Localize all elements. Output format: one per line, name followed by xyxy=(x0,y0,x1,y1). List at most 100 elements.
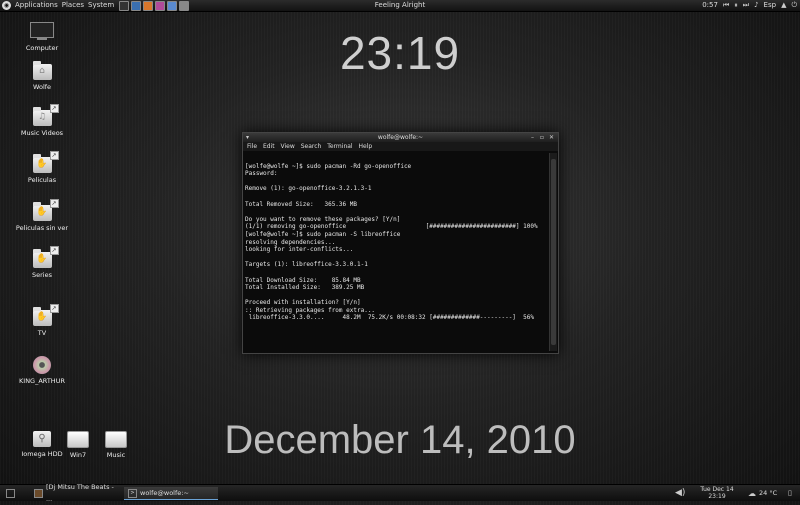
terminal-titlebar[interactable]: ▾ wolfe@wolfe:~ – ▫ ✕ xyxy=(243,133,558,142)
menu-edit[interactable]: Edit xyxy=(263,143,275,150)
desktop-icon-king-arthur[interactable]: KING_ARTHUR xyxy=(12,356,72,385)
minimize-icon[interactable]: – xyxy=(531,133,534,142)
desktop-icon-music[interactable]: Music xyxy=(86,431,146,459)
menu-terminal[interactable]: Terminal xyxy=(327,143,352,150)
menu-search[interactable]: Search xyxy=(301,143,322,150)
terminal-line: Total Installed Size: 389.25 MB xyxy=(245,284,365,292)
desktop-icon-label: Computer xyxy=(25,44,59,52)
menu-view[interactable]: View xyxy=(281,143,295,150)
browser-launcher-icon[interactable] xyxy=(131,0,142,11)
previous-track-icon[interactable]: ⏮ xyxy=(723,0,729,11)
menu-file[interactable]: File xyxy=(247,143,257,150)
video-folder-icon: ✋ ↗ xyxy=(32,151,59,173)
files-launcher-icon[interactable] xyxy=(179,0,190,11)
now-playing-title[interactable]: Feeling Alright xyxy=(375,1,425,9)
panel-clock[interactable]: Tue Dec 14 23:19 xyxy=(696,485,738,501)
link-arrow-icon: ↗ xyxy=(49,304,59,313)
trash-icon[interactable]: ▯ xyxy=(788,489,792,497)
terminal-output[interactable]: [wolfe@wolfe ~]$ sudo pacman -Rd go-open… xyxy=(243,152,548,353)
network-icon[interactable]: ▲ xyxy=(781,0,786,11)
top-panel-left: ◉ Applications Places System xyxy=(2,0,190,11)
hard-drive-icon xyxy=(105,431,127,448)
video-folder-icon: ✋ ↗ xyxy=(32,304,59,326)
link-arrow-icon: ↗ xyxy=(49,246,59,255)
panel-clock-time: 23:19 xyxy=(708,493,726,500)
weather-temperature: 24 °C xyxy=(759,489,778,497)
weather-icon: ☁ xyxy=(748,488,756,498)
terminal-line: [wolfe@wolfe ~]$ sudo pacman -S libreoff… xyxy=(245,230,401,238)
power-icon[interactable]: ⏻ xyxy=(791,0,797,11)
maximize-icon[interactable]: ▫ xyxy=(540,133,544,142)
speaker-icon[interactable]: ◀) xyxy=(675,488,685,498)
terminal-line: Password: xyxy=(245,170,278,178)
chat-launcher-icon[interactable] xyxy=(167,0,178,11)
desktop-clock-date: December 14, 2010 xyxy=(224,418,576,462)
window-menu-icon[interactable]: ▾ xyxy=(246,133,249,142)
optical-disc-icon xyxy=(33,356,51,374)
link-arrow-icon: ↗ xyxy=(49,151,59,160)
desktop-icon-label: Music xyxy=(106,451,126,459)
desktop-icon-series[interactable]: ✋ ↗ Series xyxy=(12,246,72,279)
music-folder-icon: ♫ ↗ xyxy=(32,104,59,126)
music-player-icon xyxy=(34,488,43,498)
volume-icon[interactable]: ♪ xyxy=(754,0,758,11)
desktop-icon-label: Music Videos xyxy=(20,129,64,137)
panel-clock-date: Tue Dec 14 xyxy=(700,486,734,493)
terminal-title: wolfe@wolfe:~ xyxy=(377,134,424,141)
bottom-panel: [Dj Mitsu The Beats - ... > wolfe@wolfe:… xyxy=(0,483,800,503)
taskbar-item-music[interactable]: [Dj Mitsu The Beats - ... xyxy=(30,483,126,503)
video-folder-icon: ✋ ↗ xyxy=(32,199,59,221)
video-folder-icon: ✋ ↗ xyxy=(32,246,59,268)
scrollbar-thumb[interactable] xyxy=(551,159,556,345)
terminal-line: :: Retrieving packages from extra... xyxy=(245,306,376,314)
weather-applet[interactable]: ☁ 24 °C xyxy=(748,485,777,501)
terminal-launcher-icon[interactable] xyxy=(119,0,130,11)
desktop-icon-tv[interactable]: ✋ ↗ TV xyxy=(12,304,72,337)
terminal-menubar: File Edit View Search Terminal Help xyxy=(243,142,558,151)
menu-help[interactable]: Help xyxy=(359,143,373,150)
desktop-icon-peliculas[interactable]: ✋ ↗ Peliculas xyxy=(12,151,72,184)
taskbar-item-label: [Dj Mitsu The Beats - ... xyxy=(45,483,114,503)
volume-tray[interactable]: ◀) xyxy=(675,485,685,501)
applications-menu[interactable]: Applications xyxy=(15,0,58,11)
desktop-icon-label: Peliculas sin ver xyxy=(15,224,69,232)
pause-icon[interactable]: ⏸ xyxy=(734,0,738,11)
places-menu[interactable]: Places xyxy=(62,0,84,11)
music-launcher-icon[interactable] xyxy=(155,0,166,11)
terminal-line: [wolfe@wolfe ~]$ sudo pacman -Rd go-open… xyxy=(245,162,412,170)
terminal-line: Do you want to remove these packages? [Y… xyxy=(245,215,401,223)
terminal-window[interactable]: ▾ wolfe@wolfe:~ – ▫ ✕ File Edit View Sea… xyxy=(242,132,559,354)
terminal-line: looking for inter-conflicts... xyxy=(245,246,354,254)
desktop-icon-label: Wolfe xyxy=(32,83,52,91)
show-desktop-button[interactable] xyxy=(2,487,22,499)
elapsed-time: 0:57 xyxy=(702,1,718,9)
computer-icon xyxy=(30,22,54,38)
desktop-icon-label: Peliculas xyxy=(27,176,57,184)
desktop-icon-label: Series xyxy=(32,271,52,279)
top-panel-right: 0:57 ⏮ ⏸ ⏭ ♪ Esp ▲ ⏻ xyxy=(697,0,797,11)
desktop-icon-computer[interactable]: Computer xyxy=(12,22,72,52)
keyboard-layout[interactable]: Esp xyxy=(764,0,777,11)
show-desktop-icon xyxy=(6,488,15,498)
desktop-icon-label: KING_ARTHUR xyxy=(19,377,65,385)
desktop-icon-peliculas-sin-ver[interactable]: ✋ ↗ Peliculas sin ver xyxy=(12,199,72,232)
terminal-line: Remove (1): go-openoffice-3.2.1.3-1 xyxy=(245,185,372,193)
distro-logo-icon[interactable]: ◉ xyxy=(2,1,11,10)
firefox-launcher-icon[interactable] xyxy=(143,0,154,11)
close-icon[interactable]: ✕ xyxy=(549,133,554,142)
next-track-icon[interactable]: ⏭ xyxy=(743,0,749,11)
desktop-icon-music-videos[interactable]: ♫ ↗ Music Videos xyxy=(12,104,72,137)
system-menu[interactable]: System xyxy=(88,0,114,11)
taskbar-item-terminal[interactable]: > wolfe@wolfe:~ xyxy=(124,487,218,500)
terminal-line: libreoffice-3.3.0.... 48.2M 75.2K/s 00:0… xyxy=(245,314,534,322)
terminal-scrollbar[interactable] xyxy=(549,153,557,351)
desktop-icon-wolfe[interactable]: ⌂ Wolfe xyxy=(12,61,72,91)
link-arrow-icon: ↗ xyxy=(49,104,59,113)
trash-tray[interactable]: ▯ xyxy=(788,485,792,501)
